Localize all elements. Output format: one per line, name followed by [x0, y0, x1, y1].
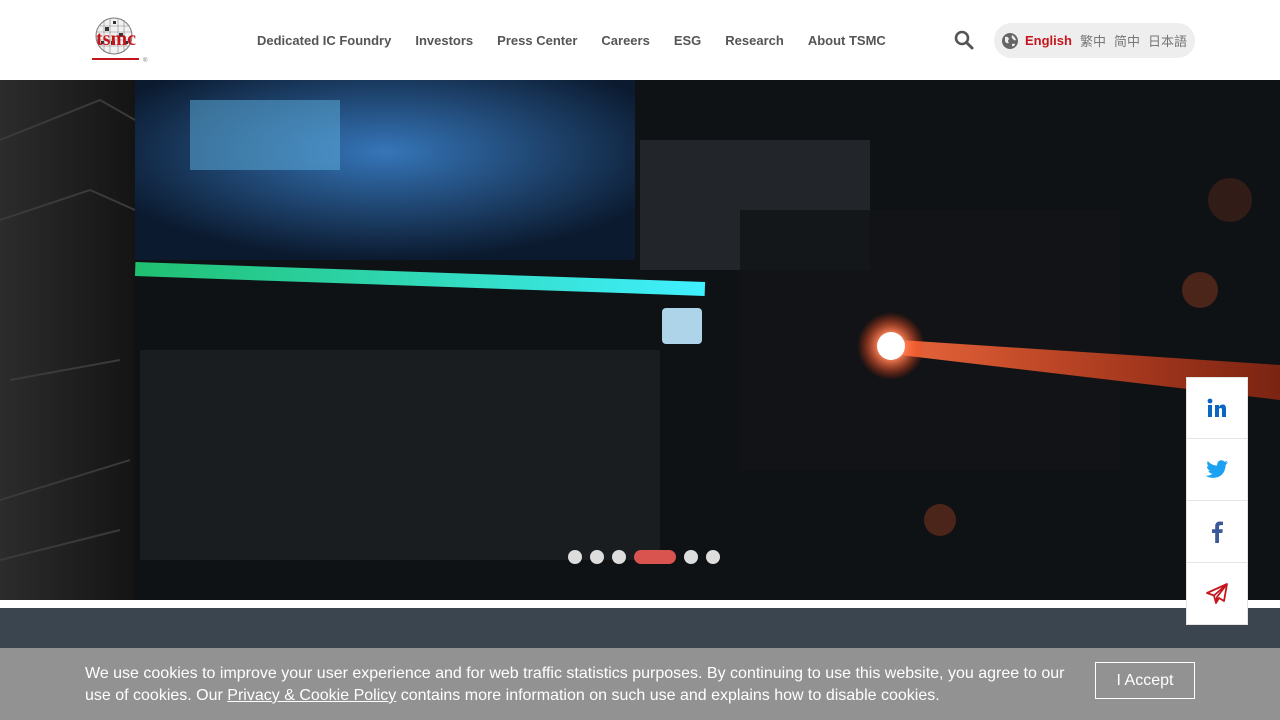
nav-esg[interactable]: ESG — [662, 33, 713, 48]
language-traditional-chinese[interactable]: 繁中 — [1080, 31, 1106, 50]
social-share-bar — [1186, 377, 1248, 625]
language-japanese[interactable]: 日本語 — [1148, 31, 1187, 50]
carousel-dot-6[interactable] — [706, 550, 720, 564]
hero-image — [0, 80, 1280, 600]
search-icon[interactable] — [952, 28, 976, 52]
tsmc-logo[interactable]: tsmc ® — [84, 14, 148, 64]
nav-press-center[interactable]: Press Center — [485, 33, 589, 48]
linkedin-icon — [1207, 398, 1226, 417]
twitter-icon — [1205, 459, 1228, 478]
registered-mark: ® — [143, 57, 148, 64]
nav-investors[interactable]: Investors — [403, 33, 485, 48]
carousel-dot-5[interactable] — [684, 550, 698, 564]
twitter-button[interactable] — [1186, 439, 1248, 501]
logo-text: tsmc — [96, 28, 136, 50]
cookie-banner: We use cookies to improve your user expe… — [0, 648, 1280, 720]
privacy-policy-link[interactable]: Privacy & Cookie Policy — [227, 687, 396, 704]
carousel-dot-1[interactable] — [568, 550, 582, 564]
linkedin-button[interactable] — [1186, 377, 1248, 439]
nav-research[interactable]: Research — [713, 33, 796, 48]
share-button[interactable] — [1186, 563, 1248, 625]
accept-cookies-button[interactable]: I Accept — [1095, 662, 1195, 699]
facebook-icon — [1212, 521, 1223, 543]
main-nav: Dedicated IC Foundry Investors Press Cen… — [245, 0, 898, 80]
language-simplified-chinese[interactable]: 简中 — [1114, 31, 1140, 50]
nav-dedicated-ic-foundry[interactable]: Dedicated IC Foundry — [245, 33, 403, 48]
hero-banner — [0, 80, 1280, 600]
carousel-dot-2[interactable] — [590, 550, 604, 564]
globe-icon — [1002, 32, 1018, 49]
nav-about-tsmc[interactable]: About TSMC — [796, 33, 898, 48]
carousel-dot-4[interactable] — [634, 550, 676, 564]
carousel-dot-3[interactable] — [612, 550, 626, 564]
site-header: tsmc ® Dedicated IC Foundry Investors Pr… — [0, 0, 1280, 80]
language-switcher: English 繁中 简中 日本語 — [994, 23, 1195, 58]
carousel-indicators — [568, 550, 728, 564]
language-english[interactable]: English — [1025, 33, 1072, 48]
nav-careers[interactable]: Careers — [589, 33, 661, 48]
share-icon — [1206, 582, 1228, 604]
facebook-button[interactable] — [1186, 501, 1248, 563]
cookie-text-after: contains more information on such use an… — [396, 687, 940, 704]
cookie-message: We use cookies to improve your user expe… — [85, 663, 1075, 707]
